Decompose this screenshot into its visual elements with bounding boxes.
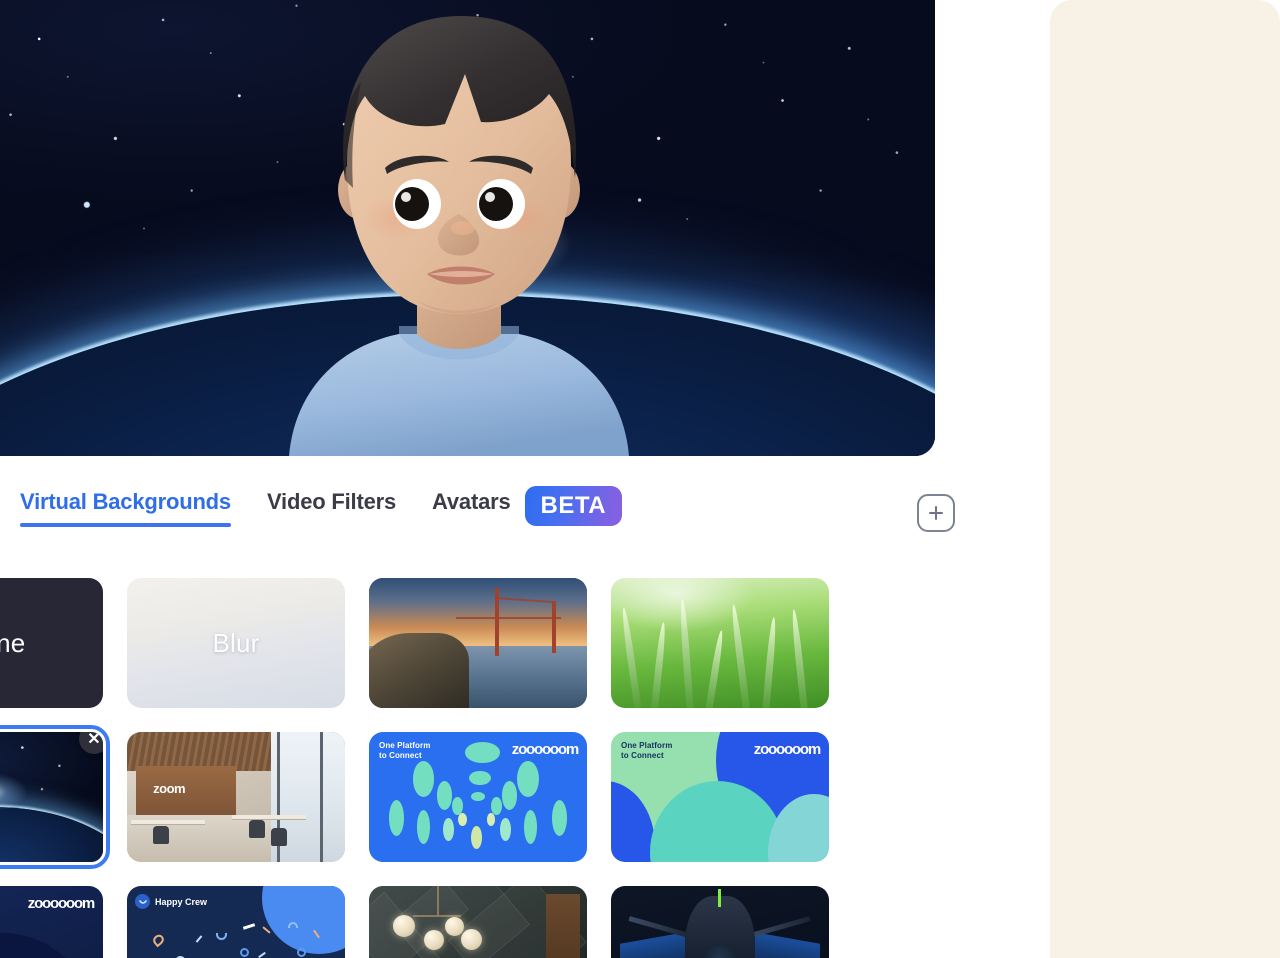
zoom-wordmark: zoooooom [27, 895, 95, 912]
background-item-blur[interactable]: Blur [127, 578, 345, 708]
background-item-office[interactable]: zoom [127, 732, 345, 862]
tagline-line-1: One Platform [621, 741, 673, 750]
office-desk [131, 820, 206, 825]
avatar-figure [288, 16, 629, 456]
main-panel: Virtual Backgrounds Video Filters Avatar… [0, 0, 1050, 958]
office-mullion [320, 732, 324, 862]
bridge-cliff [369, 632, 470, 708]
tagline-line-1: One Platform [379, 741, 431, 750]
office-zoom-logo: zoom [153, 781, 186, 797]
plus-icon [929, 506, 943, 520]
background-item-engine[interactable] [611, 886, 829, 958]
background-item-none[interactable]: None [0, 578, 103, 708]
avatar-pupil-left [394, 187, 429, 221]
effects-tabbar: Virtual Backgrounds Video Filters Avatar… [0, 470, 1050, 542]
grass-highlight [611, 578, 829, 708]
background-item-zoom-dark[interactable]: One Platform to Connect zoooooom [0, 886, 103, 958]
beta-badge: BETA [524, 486, 623, 526]
background-label: None [0, 627, 26, 658]
space-sun-flare [0, 771, 29, 812]
video-preview[interactable] [0, 0, 935, 456]
side-panel [1050, 0, 1280, 958]
tagline-line-2: to Connect [379, 751, 422, 760]
happy-crew-label: Happy Crew [155, 896, 208, 907]
background-item-bridge[interactable] [369, 578, 587, 708]
bridge-deck [456, 617, 561, 619]
tab-video-filters[interactable]: Video Filters [267, 489, 396, 523]
office-chair [270, 828, 287, 847]
office-wall [135, 765, 236, 821]
zoom-dark-circle [0, 932, 95, 958]
office-desk [231, 815, 306, 820]
zoom-wordmark: zoooooom [511, 741, 579, 758]
tab-avatars[interactable]: Avatars [432, 489, 511, 523]
tab-avatars-group: Avatars BETA [432, 486, 623, 526]
background-item-space[interactable]: ✕ [0, 725, 110, 869]
office-chair [249, 820, 266, 839]
background-item-zoom-circles[interactable]: One Platform to Connect zoooooom [611, 732, 829, 862]
avatar-overlay [0, 0, 935, 456]
background-item-zoom-dots[interactable]: One Platform to Connect zoooooom [369, 732, 587, 862]
background-item-interior[interactable] [369, 886, 587, 958]
interior-cabinet [545, 893, 581, 958]
background-item-happy-crew[interactable]: Happy Crew [127, 886, 345, 958]
background-label: Blur [212, 627, 260, 658]
brand-tagline: One Platform to Connect [621, 741, 672, 761]
bridge-tower-far [552, 601, 557, 654]
zoom-wordmark: zoooooom [753, 741, 821, 758]
brand-tagline: One Platform to Connect [379, 741, 430, 761]
tab-virtual-backgrounds[interactable]: Virtual Backgrounds [20, 489, 231, 527]
add-background-button[interactable] [917, 494, 955, 532]
tagline-line-2: to Connect [621, 751, 664, 760]
avatar-pupil-right [478, 187, 513, 221]
smiley-icon [135, 894, 150, 909]
tab-list: Virtual Backgrounds Video Filters Avatar… [0, 486, 623, 527]
background-grid: None Blur [0, 578, 1050, 958]
background-item-grass[interactable] [611, 578, 829, 708]
app-root: Virtual Backgrounds Video Filters Avatar… [0, 0, 1280, 958]
office-chair [153, 825, 170, 844]
happy-crew-header: Happy Crew [135, 894, 207, 909]
